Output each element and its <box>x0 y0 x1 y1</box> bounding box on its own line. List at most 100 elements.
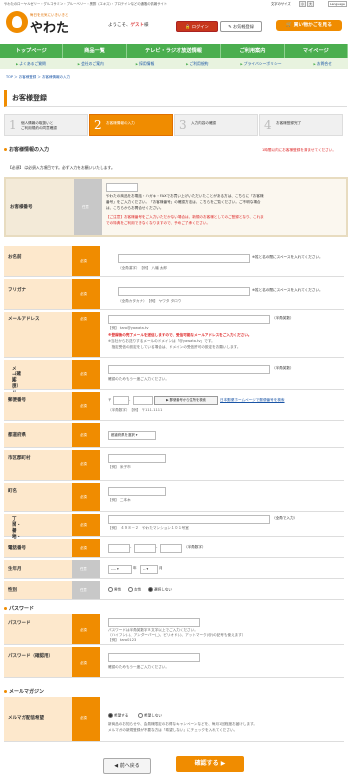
tel-input-2[interactable] <box>134 544 156 553</box>
magazine-badge-text: 必須 <box>80 716 87 720</box>
back-button[interactable]: ◀ 前へ戻る <box>103 758 151 774</box>
address-input[interactable] <box>108 515 270 524</box>
email-confirm-input[interactable] <box>108 365 270 374</box>
city-input[interactable] <box>108 454 166 463</box>
view-cart-button[interactable]: 🛒 買い物かごを見る <box>276 20 342 31</box>
row-pref: 都道府県 必須 都道府県を選択 ▾ <box>4 423 344 448</box>
tel-input-1[interactable] <box>108 544 130 553</box>
step-2-label: お客様情報の入力 <box>106 121 135 125</box>
birth-year-select[interactable]: ---- ▾ <box>108 565 132 574</box>
password2-note: 確認のためもう一度ご入力ください。 <box>108 665 169 669</box>
kana-input[interactable] <box>118 287 250 296</box>
row-city: 市区郡町村 必須 【例】 米子市 <box>4 450 344 481</box>
welcome-suffix: 様 <box>144 23 149 28</box>
zip-mark: 〒 <box>108 398 112 402</box>
zip-search-button[interactable]: ▶ 郵便番号から住所を検索 <box>154 396 218 405</box>
language-select[interactable]: Language <box>328 1 347 7</box>
customer-number-box: お客様番号 任意 やわたの商品をお電話・ハガキ・FAXでお買い上げいただいたこと… <box>4 177 348 237</box>
email-warning-2: ※当社からお送りするメールのドメインは「@yawata.tv」です。 <box>108 339 215 343</box>
font-large-button[interactable]: 大 <box>307 1 314 7</box>
back-button-label: 前へ戻る <box>119 763 140 769</box>
step-1: 1 個人情報の取扱いと ご利用規約の同意確認 <box>4 114 88 136</box>
name-badge-text: 必須 <box>80 259 87 263</box>
gender-label: 性別 <box>8 588 17 593</box>
birth-badge-text: 任意 <box>80 567 87 571</box>
confirm-button[interactable]: 確認する ▶ <box>176 756 244 772</box>
nav-guide[interactable]: ご利用案内 <box>221 44 285 58</box>
magazine-note-2: メルマガの新規登録が不要な方は「希望しない」にチェックを入れてください。 <box>108 728 238 732</box>
nav-broadcast[interactable]: テレビ・ラジオ放送情報 <box>127 44 222 58</box>
address-label-cell: 丁目・番地・ビルマンション名 <box>4 514 72 557</box>
town-input[interactable] <box>108 487 166 496</box>
gender-label-cell: 性別 <box>4 581 72 599</box>
zip-input-1[interactable] <box>113 396 129 405</box>
subnav-terms[interactable]: ご利用規約 <box>186 61 208 67</box>
subnav-recruit[interactable]: 採用情報 <box>136 61 154 67</box>
sub-nav: よくあるご質問 会社のご案内 採用情報 ご利用規約 プライバシーポリシー お問合… <box>0 58 348 69</box>
birth-month-value: -- <box>143 567 146 571</box>
row-name: お名前 必須 ※姓と名の間にスペースを入れてください。 （全角漢字） 【例】 八… <box>4 246 344 277</box>
zip-input-2[interactable] <box>133 396 153 405</box>
name-example: （全角漢字） 【例】 八幡 太郎 <box>118 266 167 270</box>
birth-month-unit: 月 <box>159 566 163 570</box>
name-input[interactable] <box>118 254 250 263</box>
customer-number-input[interactable] <box>106 183 138 192</box>
birth-month-select[interactable]: -- ▾ <box>140 565 158 574</box>
section-password-title: パスワード <box>4 605 34 612</box>
gender-male-radio[interactable]: 男性 <box>108 587 121 593</box>
subnav-privacy[interactable]: プライバシーポリシー <box>240 61 282 67</box>
customer-number-text-2: 番号」をご入力ください。「お客様番号」の確認方法は、こちらをご覧ください。ご不明… <box>106 200 261 204</box>
magazine-yes-radio[interactable]: 希望する <box>108 713 128 719</box>
row-town: 町名 必須 【例】 二本木 <box>4 483 344 512</box>
gender-male-radio-icon <box>108 587 113 592</box>
progress-steps: 1 個人情報の取扱いと ご利用規約の同意確認 2 お客様情報の入力 3 入力内容の確認 … <box>4 114 344 136</box>
tel-dash-2: - <box>156 545 158 549</box>
welcome-text: ようこそ、ゲスト様 <box>108 22 149 28</box>
town-badge-text: 必須 <box>80 495 87 499</box>
breadcrumb[interactable]: TOP ＞ お客様登録 ＞ お客様情報の入力 <box>6 75 70 80</box>
magazine-no-radio[interactable]: 希望しない <box>138 713 162 719</box>
gender-none-label: 選択しない <box>154 587 172 592</box>
nav-products[interactable]: 商品一覧 <box>63 44 127 58</box>
subnav-company[interactable]: 会社のご案内 <box>78 61 104 67</box>
email-label: メールアドレス <box>8 317 40 322</box>
nav-mypage[interactable]: マイページ <box>285 44 348 58</box>
gender-none-radio[interactable]: 選択しない <box>148 587 172 593</box>
tel-badge-text: 必須 <box>80 546 87 550</box>
password-input[interactable] <box>108 618 200 627</box>
town-label: 町名 <box>8 489 17 494</box>
password-confirm-input[interactable] <box>108 653 200 662</box>
row-kana: フリガナ 必須 ※姓と名の間にスペースを入れてください。 （全角カタカナ） 【例… <box>4 279 344 310</box>
japan-post-link[interactable]: 日本郵便ホームページで郵便番号を検索 <box>220 398 285 403</box>
address-example: 【例】 ４９８－２ やわたマンション１０１号室 <box>108 526 189 530</box>
font-size-label: 文字のサイズ <box>271 2 291 6</box>
password-example: 【例】 taro0123 <box>108 638 137 642</box>
time-limit-notice: 1時間以内にお客様登録を済ませてください。 <box>262 148 336 152</box>
customer-number-warning-2: での特典をご利用できなくなりますので、予めご了承ください。 <box>106 221 211 225</box>
section-customer-title: お客様情報の入力 <box>4 146 49 153</box>
step-2: 2 お客様情報の入力 <box>89 114 173 136</box>
login-button[interactable]: 🔒 ログイン <box>176 21 218 32</box>
password2-badge-text: 必須 <box>80 661 87 665</box>
font-small-button[interactable]: 小 <box>299 1 306 7</box>
name-note: ※姓と名の間にスペースを入れてください。 <box>252 255 323 259</box>
kana-example: （全角カタカナ） 【例】 ヤワタ タロウ <box>118 299 182 303</box>
gender-female-radio[interactable]: 女性 <box>128 587 141 593</box>
step-4: 4 お客様登録完了 <box>259 114 343 136</box>
pref-select-value: 都道府県を選択 <box>111 433 135 437</box>
gender-female-label: 女性 <box>134 587 142 592</box>
tel-input-3[interactable] <box>160 544 182 553</box>
kana-badge-text: 必須 <box>80 292 87 296</box>
favorite-register-button[interactable]: ✎ お気軽登録 <box>220 21 262 32</box>
customer-number-text-3: は、こちらからお問合せください。 <box>106 206 164 210</box>
kana-label: フリガナ <box>8 288 26 293</box>
pref-select[interactable]: 都道府県を選択 ▾ <box>108 431 156 440</box>
subnav-contact[interactable]: お問合せ <box>313 61 332 67</box>
email-input[interactable] <box>108 315 270 324</box>
site-logo[interactable]: 毎日を元気にいきいきと やわた <box>6 11 69 37</box>
row-address: 丁目・番地・ビルマンション名 必須 （全角で入力） 【例】 ４９８－２ やわたマ… <box>4 514 344 557</box>
row-zip: 郵便番号 必須 〒 - ▶ 郵便番号から住所を検索 日本郵便ホームページで郵便番… <box>4 392 344 421</box>
nav-top[interactable]: トップページ <box>0 44 64 58</box>
subnav-faq[interactable]: よくあるご質問 <box>16 61 46 67</box>
kana-note: ※姓と名の間にスペースを入れてください。 <box>252 288 323 292</box>
